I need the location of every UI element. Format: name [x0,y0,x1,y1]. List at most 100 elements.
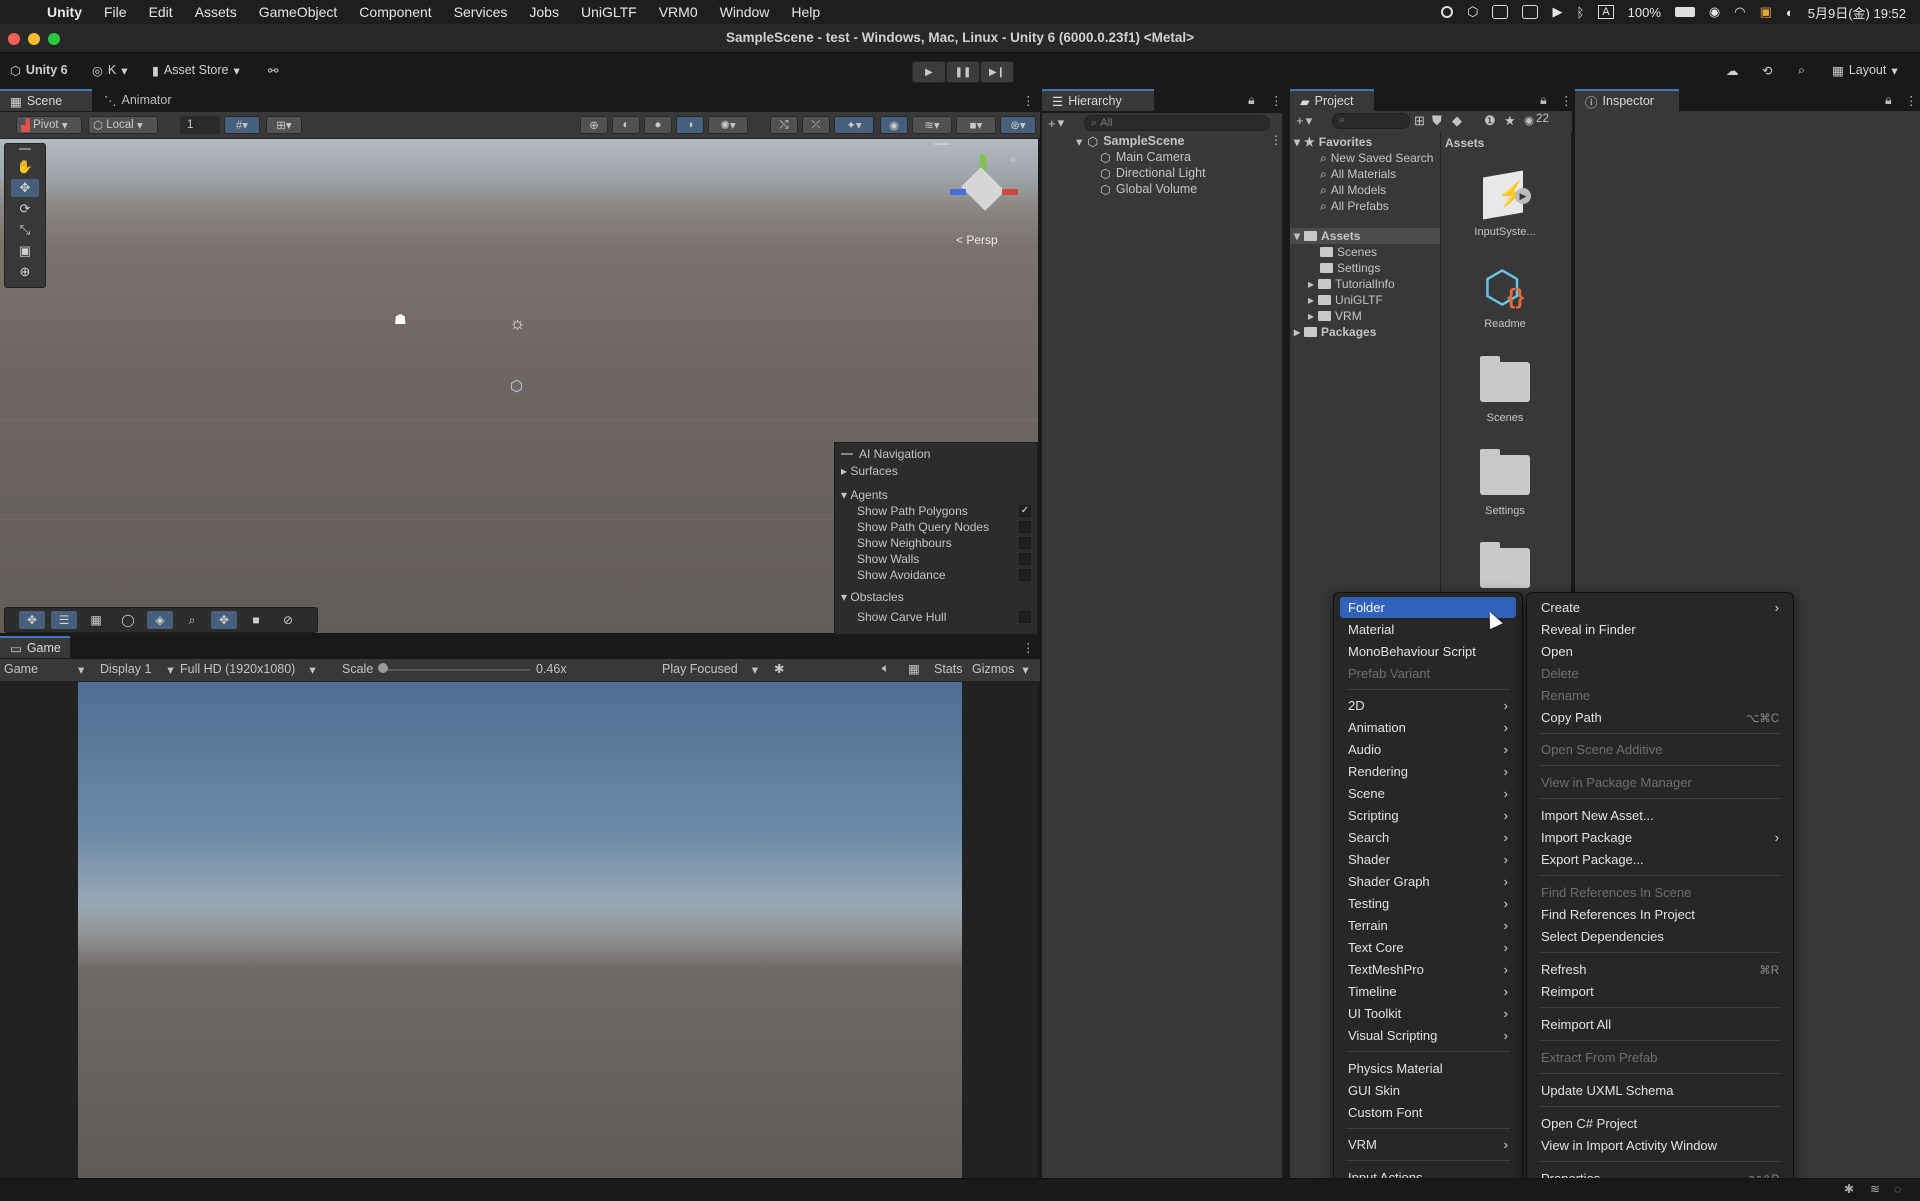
create-text-core-item[interactable]: Text Core › [1340,937,1516,958]
window-icon[interactable] [1522,5,1539,19]
menu-component[interactable]: Component [348,4,442,20]
surfaces-foldout[interactable]: ▸ Surfaces [841,463,898,479]
create-rendering-item[interactable]: Rendering › [1340,761,1516,782]
bluetooth-icon[interactable]: ᛒ [1576,5,1584,20]
move-tool-icon[interactable]: ✥ [11,179,39,197]
local-dropdown[interactable]: ⬡ Local ▾ [88,116,158,134]
create-ui-toolkit-item[interactable]: UI Toolkit › [1340,1003,1516,1024]
show-path-query-nodes-checkbox[interactable] [1019,521,1031,533]
display-dropdown[interactable]: Display 1 ▾ [100,662,174,677]
reimport-all-item[interactable]: Reimport All [1533,1014,1787,1035]
tab-inspector[interactable]: ⓘ Inspector [1575,89,1679,111]
input-mode-icon[interactable]: A [1598,5,1614,19]
favorite-star-icon[interactable]: ★ [1504,113,1516,129]
grid-snap-toggle[interactable]: #▾ [224,116,260,134]
reimport-item[interactable]: Reimport [1533,981,1787,1002]
hidden-packages-toggle[interactable]: ◉ 22 [1524,113,1549,127]
create-timeline-item[interactable]: Timeline › [1340,981,1516,1002]
menu-file[interactable]: File [93,4,138,20]
create-physics-material-item[interactable]: Physics Material [1340,1058,1516,1079]
control-center-icon[interactable]: ◐ [1786,5,1794,20]
scene-root-row[interactable]: ▾ ⬡ SampleScene [1076,133,1185,149]
show-path-polygons-checkbox[interactable]: ✓ [1019,505,1031,517]
keyboard-icon[interactable]: ▦ [908,661,920,676]
copy-path-item[interactable]: Copy Path ⌥⌘C [1533,707,1787,728]
assets-foldout[interactable]: ▾ Assets [1294,228,1360,244]
2d-toggle-icon[interactable]: ⤭ [770,116,798,134]
account-dropdown[interactable]: ◎ K ▾ [92,60,128,80]
menu-edit[interactable]: Edit [138,4,184,20]
panel-menu-icon[interactable]: ⋮ [1895,89,1920,111]
transform-overlay-icon[interactable]: ✥ [211,611,237,629]
menu-jobs[interactable]: Jobs [518,4,570,20]
battery-icon[interactable] [1674,7,1695,17]
tab-animator[interactable]: ⋱ Animator [94,89,182,111]
persp-label[interactable]: < Persp [956,233,998,247]
grid-visibility-toggle[interactable]: ⊞▾ [266,116,302,134]
lighting-overlay-icon[interactable]: ◯ [115,611,141,629]
create-custom-font-item[interactable]: Custom Font [1340,1102,1516,1123]
asset-store-dropdown[interactable]: ▮ Asset Store ▾ [152,60,240,80]
rect-tool-icon[interactable]: ▣ [11,242,39,260]
transform-tool-icon[interactable]: ⊕ [11,263,39,281]
asset-scenes-folder[interactable]: Scenes [1455,356,1555,424]
unity-account-button[interactable]: ⬡ Unity 6 [10,60,68,80]
audio-mute-icon[interactable]: 🔈︎ [882,661,890,676]
hierarchy-search-input[interactable]: ⌕ All [1084,115,1270,131]
light-gizmo-icon[interactable]: ☼ [509,313,526,334]
shaded-wireframe-icon[interactable]: ◑ [676,116,704,134]
effects-dropdown[interactable]: ✦▾ [834,116,874,134]
tile-palette-icon[interactable]: ☰ [51,611,77,629]
update-uxml-schema-item[interactable]: Update UXML Schema [1533,1080,1787,1101]
lock-icon[interactable]: 🔒︎ [1010,153,1016,166]
history-icon[interactable]: ⟲ [1762,60,1772,80]
create-scripting-item[interactable]: Scripting › [1340,805,1516,826]
folder-item[interactable]: Scenes [1320,244,1377,260]
create-2d-item[interactable]: 2D › [1340,695,1516,716]
asset-input-system[interactable]: ⚡ ▶ InputSyste... [1455,170,1555,238]
navmesh-overlay-icon[interactable]: ◈ [147,611,173,629]
game-render-area[interactable] [78,682,962,1178]
folder-item[interactable]: ▸ UniGLTF [1308,292,1383,308]
menu-window[interactable]: Window [709,4,781,20]
search-by-label-icon[interactable]: ⛊ [1432,113,1442,129]
favorite-item[interactable]: ⌕ All Materials [1320,166,1396,182]
panel-menu-icon[interactable]: ⋮ [1012,89,1045,111]
search-icon[interactable]: ⌕ [1798,60,1805,80]
asset-readme[interactable]: ⬡ {} Readme [1455,262,1555,331]
layout-dropdown[interactable]: ▦ Layout ▾ [1832,60,1898,80]
clock-text[interactable]: 5月9日(金) 19:52 [1808,3,1906,22]
warning-icon[interactable]: ❶ [1484,113,1496,129]
grid-breadcrumb[interactable]: Assets [1445,136,1484,150]
create-vrm-item[interactable]: VRM › [1340,1134,1516,1155]
packages-foldout[interactable]: ▸ Packages [1294,324,1376,340]
create-search-item[interactable]: Search › [1340,827,1516,848]
show-carve-hull-checkbox[interactable] [1019,611,1031,623]
menu-vrm0[interactable]: VRM0 [648,4,709,20]
pause-button[interactable]: ❚❚ [946,61,980,83]
bug-icon[interactable]: ✱ [774,661,784,676]
scale-slider-track[interactable] [382,669,530,671]
z-axis-cone[interactable] [950,189,966,195]
step-button[interactable]: ▶❙ [980,61,1014,83]
camera-gizmo-icon[interactable]: ☗ [394,311,407,328]
menu-services[interactable]: Services [443,4,519,20]
x-axis-cone[interactable] [1002,189,1018,195]
menu-gameobject[interactable]: GameObject [248,4,349,20]
stats-button[interactable]: Stats [934,662,963,676]
play-circle-icon[interactable]: ▶ [1552,4,1562,20]
layers-dropdown[interactable]: ≋▾ [912,116,952,134]
project-search-input[interactable]: ⌕ [1332,113,1410,129]
wifi-icon[interactable]: ◠ [1734,4,1745,20]
create-testing-item[interactable]: Testing › [1340,893,1516,914]
app-status-icon[interactable]: ▣ [1760,4,1772,20]
favorite-item[interactable]: ⌕ All Prefabs [1320,198,1389,214]
project-add-button[interactable]: + ▾ [1296,113,1312,129]
view-in-import-activity-item[interactable]: View in Import Activity Window [1533,1135,1787,1156]
gizmos-dropdown[interactable]: Gizmos ▾ [972,662,1029,677]
open-csharp-project-item[interactable]: Open C# Project [1533,1113,1787,1134]
create-scene-item[interactable]: Scene › [1340,783,1516,804]
pivot-dropdown[interactable]: ▟ Pivot ▾ [16,116,82,134]
tab-project[interactable]: ▰ Project [1290,89,1374,111]
create-visual-scripting-item[interactable]: Visual Scripting › [1340,1025,1516,1046]
